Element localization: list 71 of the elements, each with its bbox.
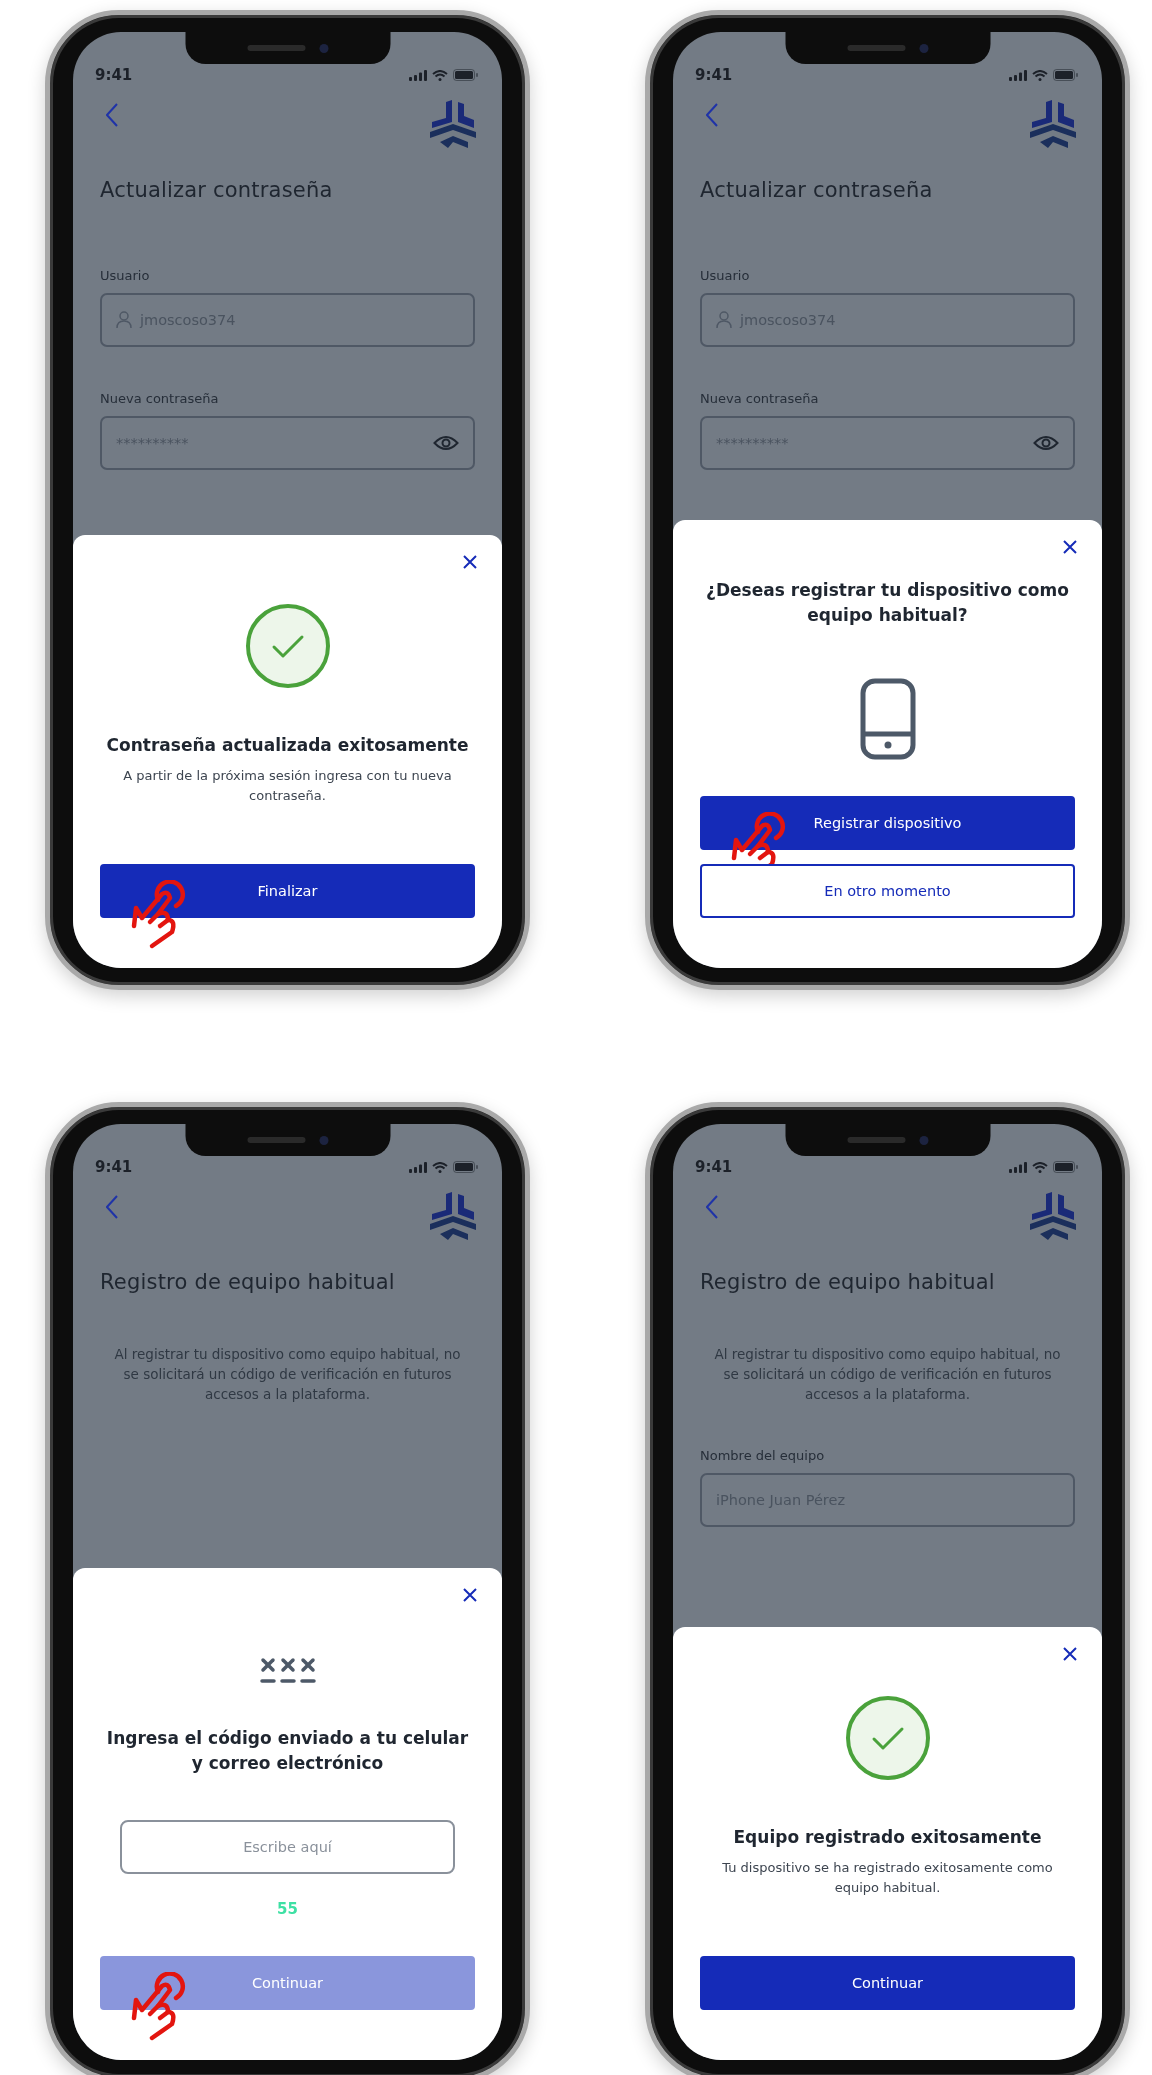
smartphone-icon <box>859 678 916 760</box>
field-label: Usuario <box>100 268 151 283</box>
status-time: 9:41 <box>95 1158 133 1176</box>
primary-button[interactable]: Continuar <box>700 1956 1075 2010</box>
speaker-grille <box>247 1137 305 1143</box>
code-entry-icon <box>258 1656 317 1686</box>
eye-icon[interactable] <box>433 435 459 451</box>
primary-button[interactable]: Finalizar <box>100 864 475 918</box>
field-label: Nueva contraseña <box>100 391 220 406</box>
status-time: 9:41 <box>695 1158 733 1176</box>
front-camera <box>319 43 328 53</box>
speaker-grille <box>247 45 305 51</box>
chevron-left-icon <box>106 103 118 127</box>
intro-text: Al registrar tu dispositivo como equipo habitual, no se solicitará un código de verificación en futuros accesos a la plataforma. <box>113 1345 462 1404</box>
input-field[interactable]: ********** <box>100 416 475 470</box>
close-icon <box>1063 540 1077 554</box>
wifi-icon <box>1032 69 1048 81</box>
success-check-icon <box>244 603 331 689</box>
wifi-icon <box>432 1161 448 1173</box>
sheet-title: ¿Deseas registrar tu dispositivo como equipo habitual? <box>705 579 1070 627</box>
sheet-title: Ingresa el código enviado a tu celular y correo electrónico <box>105 1727 470 1775</box>
countdown-timer: 55 <box>277 1900 298 1918</box>
status-time: 9:41 <box>95 66 133 84</box>
signal-icon <box>409 69 427 81</box>
chevron-left-icon <box>706 103 718 127</box>
close-icon <box>1063 1647 1077 1661</box>
chevron-left-icon <box>106 1195 118 1219</box>
intro-text: Al registrar tu dispositivo como equipo habitual, no se solicitará un código de verificación en futuros accesos a la plataforma. <box>713 1345 1062 1404</box>
speaker-grille <box>847 45 905 51</box>
wifi-icon <box>432 69 448 81</box>
speaker-grille <box>847 1137 905 1143</box>
battery-icon <box>1053 1161 1078 1173</box>
field-label: Usuario <box>700 268 751 283</box>
field-value: ********** <box>116 435 190 451</box>
field-label: Nombre del equipo <box>700 1448 826 1463</box>
chevron-left-icon <box>706 1195 718 1219</box>
signal-icon <box>1009 69 1027 81</box>
screen-title: Actualizar contraseña <box>700 178 934 202</box>
screen-title: Registro de equipo habitual <box>100 1270 396 1294</box>
eye-icon[interactable] <box>1033 435 1059 451</box>
front-camera <box>319 1135 328 1145</box>
user-icon <box>716 311 732 329</box>
sheet-title: Contraseña actualizada exitosamente <box>106 734 469 757</box>
user-icon <box>116 311 132 329</box>
brand-logo <box>1028 100 1078 150</box>
battery-icon <box>453 69 478 81</box>
code-input-field[interactable]: Escribe aquí <box>120 1820 455 1874</box>
front-camera <box>919 43 928 53</box>
signal-icon <box>1009 1161 1027 1173</box>
sheet-message: A partir de la próxima sesión ingresa con tu nueva contraseña. <box>122 767 453 805</box>
close-icon <box>463 1588 477 1602</box>
screen-title: Registro de equipo habitual <box>700 1270 996 1294</box>
brand-logo <box>428 1192 478 1242</box>
wifi-icon <box>1032 1161 1048 1173</box>
primary-button[interactable]: Registrar dispositivo <box>700 796 1075 850</box>
sheet-message: Tu dispositivo se ha registrado exitosamente como equipo habitual. <box>721 1859 1054 1897</box>
field-label: Nueva contraseña <box>700 391 820 406</box>
brand-logo <box>1028 1192 1078 1242</box>
close-icon <box>463 555 477 569</box>
screen-title: Actualizar contraseña <box>100 178 334 202</box>
input-field[interactable]: ********** <box>700 416 1075 470</box>
front-camera <box>919 1135 928 1145</box>
success-check-icon <box>844 1695 931 1781</box>
status-time: 9:41 <box>695 66 733 84</box>
brand-logo <box>428 100 478 150</box>
battery-icon <box>1053 69 1078 81</box>
signal-icon <box>409 1161 427 1173</box>
battery-icon <box>453 1161 478 1173</box>
field-value: ********** <box>716 435 790 451</box>
secondary-button[interactable]: En otro momento <box>700 864 1075 918</box>
sheet-title: Equipo registrado exitosamente <box>733 1826 1042 1849</box>
